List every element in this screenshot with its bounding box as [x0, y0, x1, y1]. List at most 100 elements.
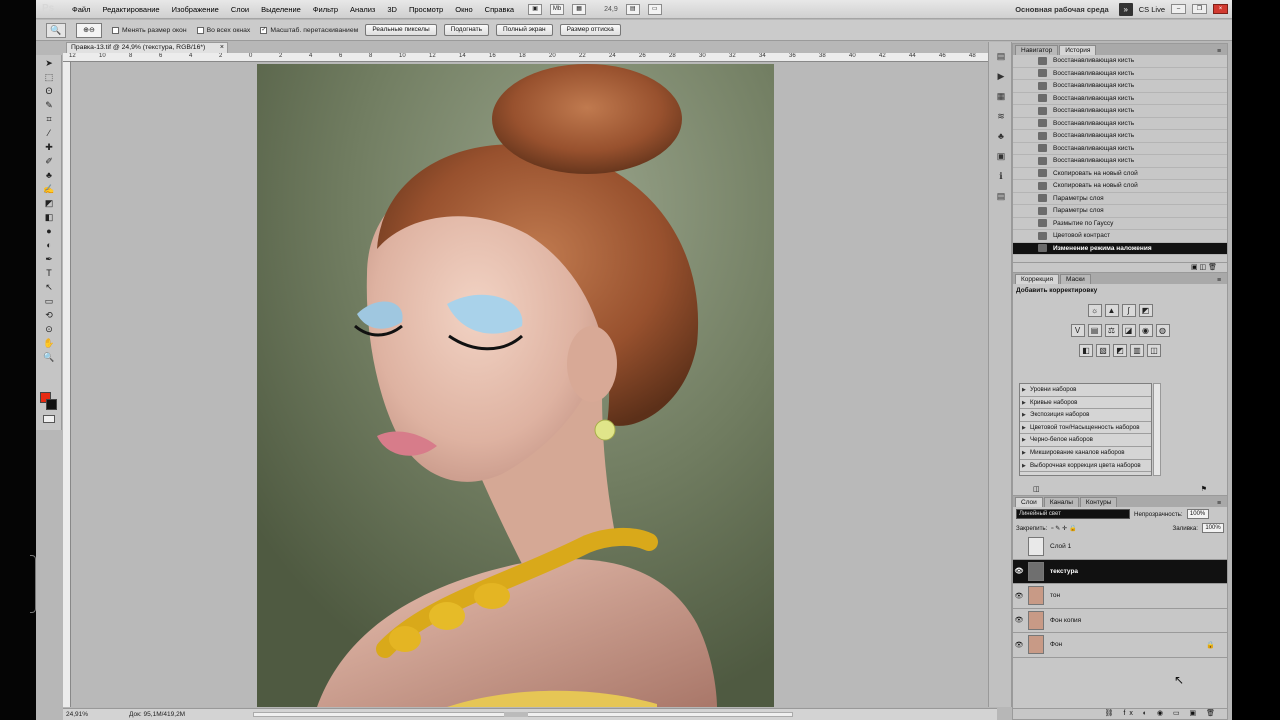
history-source-icon[interactable]: [1014, 206, 1026, 216]
panel-menu-icon[interactable]: ≡: [1217, 500, 1227, 507]
history-item[interactable]: Параметры слоя: [1013, 205, 1227, 218]
screen-mode-icon[interactable]: ▭: [647, 3, 662, 15]
gradient-map-icon[interactable]: ▥: [1130, 344, 1144, 357]
history-source-icon[interactable]: [1014, 81, 1026, 91]
tab-channels[interactable]: Каналы: [1043, 497, 1079, 507]
menu-file[interactable]: Файл: [66, 5, 96, 14]
layers-footer-icons[interactable]: ⛓ fx ◐ ◉ ▭ ▣ 🗑: [1013, 708, 1227, 719]
tab-layers[interactable]: Слои: [1015, 497, 1043, 507]
history-item[interactable]: Восстанавливающая кисть: [1013, 68, 1227, 80]
history-footer-icons[interactable]: ▣ ◫ 🗑: [1013, 262, 1227, 272]
threshold-icon[interactable]: ◩: [1113, 344, 1127, 357]
canvas-area[interactable]: [71, 62, 989, 707]
menu-view[interactable]: Просмотр: [403, 5, 449, 14]
preset-item[interactable]: Цветовой тон/Насыщенность наборов: [1020, 422, 1151, 435]
background-color-swatch[interactable]: [46, 399, 57, 410]
3d-rotate-tool-icon[interactable]: ⟲: [41, 309, 57, 321]
actual-pixels-button[interactable]: Реальные пикселы: [365, 24, 437, 36]
brightness-contrast-icon[interactable]: ☼: [1087, 304, 1102, 317]
menu-select[interactable]: Выделение: [255, 5, 307, 14]
fill-screen-button[interactable]: Полный экран: [496, 24, 553, 36]
lock-icons[interactable]: ▫ ✎ ✛ 🔒: [1051, 524, 1076, 532]
blur-tool-icon[interactable]: ●: [41, 225, 57, 237]
history-item[interactable]: Размытие по Гауссу: [1013, 218, 1227, 230]
history-item[interactable]: Цветовой контраст: [1013, 230, 1227, 243]
panel-menu-icon[interactable]: ≡: [1217, 277, 1227, 284]
move-tool-icon[interactable]: ➤: [41, 57, 57, 69]
checkbox-box[interactable]: [196, 26, 204, 34]
grid-icon[interactable]: ▦: [572, 3, 587, 15]
curves-icon[interactable]: ∫: [1121, 304, 1136, 317]
presets-scrollbar[interactable]: [1153, 383, 1161, 476]
history-source-icon[interactable]: [1014, 56, 1026, 66]
history-item[interactable]: Скопировать на новый слой: [1013, 180, 1227, 193]
menu-layers[interactable]: Слои: [225, 5, 255, 14]
history-source-icon[interactable]: [1014, 143, 1026, 153]
close-icon[interactable]: ×: [1213, 4, 1228, 14]
fill-field[interactable]: 100%: [1202, 523, 1224, 533]
arrange-icon[interactable]: ▤: [625, 3, 640, 15]
fit-screen-button[interactable]: Подогнать: [443, 24, 489, 36]
history-source-icon[interactable]: [1014, 93, 1026, 103]
eyedropper-tool-icon[interactable]: ⁄: [41, 127, 57, 139]
all-windows-checkbox[interactable]: Во всех окнах: [196, 26, 250, 34]
brush-presets-icon[interactable]: ≋: [994, 110, 1008, 122]
levels-icon[interactable]: ▲: [1104, 304, 1119, 317]
history-source-icon[interactable]: [1014, 218, 1026, 228]
history-item[interactable]: Восстанавливающая кисть: [1013, 155, 1227, 168]
history-source-icon[interactable]: [1014, 106, 1026, 116]
resize-windows-checkbox[interactable]: Менять размер окон: [112, 26, 187, 34]
preset-item[interactable]: Экспозиция наборов: [1020, 409, 1151, 422]
restore-icon[interactable]: ❐: [1192, 4, 1207, 14]
menu-window[interactable]: Окно: [449, 5, 478, 14]
history-source-icon[interactable]: [1014, 231, 1026, 241]
history-source-icon[interactable]: [1014, 193, 1026, 203]
history-source-icon[interactable]: [1014, 68, 1026, 78]
menu-filter[interactable]: Фильтр: [307, 5, 344, 14]
preset-item[interactable]: Уровни наборов: [1020, 384, 1151, 397]
type-tool-icon[interactable]: T: [41, 267, 57, 279]
menu-3d[interactable]: 3D: [381, 5, 403, 14]
history-item[interactable]: Восстанавливающая кисть: [1013, 80, 1227, 93]
hand-tool-icon[interactable]: ✋: [41, 337, 57, 349]
print-size-button[interactable]: Размер оттиска: [559, 24, 621, 36]
menu-help[interactable]: Справка: [479, 5, 520, 14]
shape-tool-icon[interactable]: ▭: [41, 295, 57, 307]
layer-row[interactable]: 👁 текстура: [1013, 559, 1227, 584]
trash-icon[interactable]: ⚑: [1201, 485, 1207, 495]
cs-live-button[interactable]: CS Live: [1139, 5, 1165, 14]
horizontal-ruler[interactable]: 12 10 8 6 4 2 0 2 4 6 8 10 12 14 16 18 20 22 24 26 28 30 32 34 3…: [63, 53, 989, 62]
history-item[interactable]: Восстанавливающая кисть: [1013, 55, 1227, 68]
layer-row[interactable]: 👁 Фон 🔒: [1013, 633, 1227, 658]
tab-paths[interactable]: Контуры: [1079, 497, 1118, 507]
checkbox-box[interactable]: [112, 26, 119, 34]
clone-stamp-tool-icon[interactable]: ♣: [41, 169, 57, 181]
channel-mixer-icon[interactable]: ◍: [1155, 324, 1170, 337]
history-item[interactable]: Восстанавливающая кисть: [1013, 105, 1227, 118]
history-item[interactable]: Изменение режима наложения: [1013, 242, 1227, 255]
horizontal-scrollbar[interactable]: [253, 712, 793, 717]
history-source-icon[interactable]: [1014, 156, 1026, 166]
status-doc-size[interactable]: Док: 95,1M/419,2M: [129, 711, 185, 718]
workspace-switcher-button[interactable]: »: [1118, 2, 1133, 16]
clip-icon[interactable]: ◫: [1033, 485, 1040, 495]
layer-row[interactable]: 👁 тон: [1013, 584, 1227, 609]
exposure-icon[interactable]: ◩: [1138, 304, 1153, 317]
status-zoom[interactable]: 24,91%: [63, 711, 91, 718]
vertical-ruler[interactable]: [63, 62, 71, 707]
quick-mask-icon[interactable]: [43, 415, 55, 423]
history-item[interactable]: Восстанавливающая кисть: [1013, 143, 1227, 155]
opacity-field[interactable]: 100%: [1186, 509, 1209, 519]
healing-brush-tool-icon[interactable]: ✚: [41, 141, 57, 153]
info-icon[interactable]: ℹ: [994, 170, 1008, 182]
history-brush-tool-icon[interactable]: ✍: [41, 183, 57, 195]
scrubby-zoom-checkbox[interactable]: ✓ Масштаб. перетаскиванием: [260, 26, 358, 34]
minimize-icon[interactable]: –: [1171, 4, 1186, 14]
crop-tool-icon[interactable]: ⌗: [41, 113, 57, 125]
notes-icon[interactable]: ▤: [994, 190, 1008, 202]
bridge-icon[interactable]: ▣: [528, 3, 543, 15]
zoom-tool-icon[interactable]: 🔍: [41, 351, 57, 363]
tool-presets-icon[interactable]: ▣: [994, 150, 1008, 162]
history-item[interactable]: Скопировать на новый слой: [1013, 168, 1227, 180]
histogram-icon[interactable]: ▤: [994, 50, 1008, 62]
